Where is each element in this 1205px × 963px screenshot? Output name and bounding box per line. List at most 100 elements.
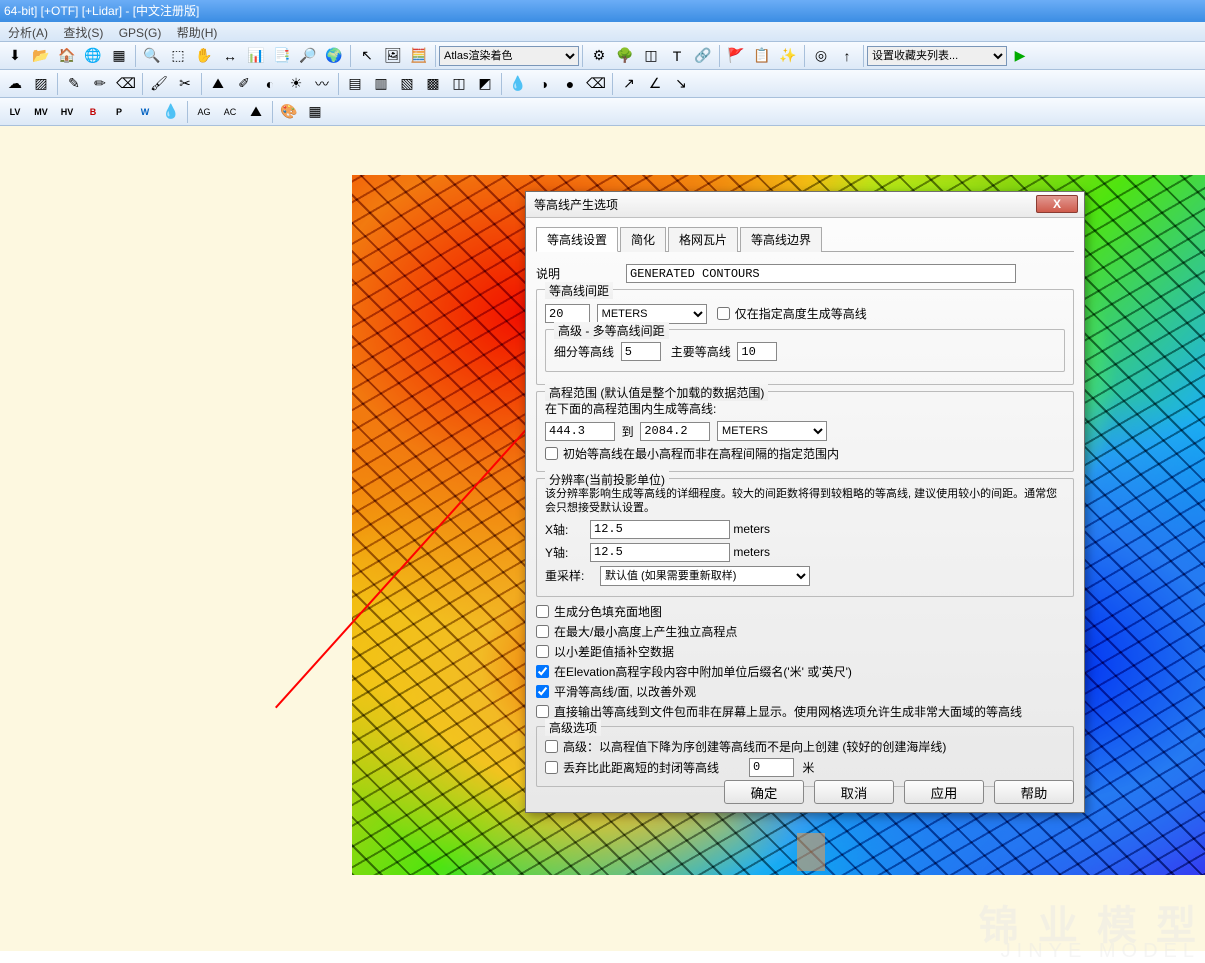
pan-icon[interactable]: ✋ bbox=[192, 44, 216, 68]
ag-badge[interactable]: AG bbox=[192, 100, 216, 124]
opt-fill-check[interactable]: 生成分色填充面地图 bbox=[536, 603, 1074, 620]
wand2-icon[interactable]: ✏ bbox=[88, 72, 112, 96]
opt-interp-check[interactable]: 以小差距值插补空数据 bbox=[536, 643, 1074, 660]
opt-spot-check[interactable]: 在最大/最小高度上产生独立高程点 bbox=[536, 623, 1074, 640]
close-button[interactable]: X bbox=[1036, 195, 1078, 213]
zoom-in-icon[interactable]: 🔍 bbox=[140, 44, 164, 68]
tree-icon[interactable]: 🌳 bbox=[613, 44, 637, 68]
tool-grid-icon[interactable]: ▦ bbox=[107, 44, 131, 68]
range-from-input[interactable] bbox=[545, 422, 615, 441]
y-input[interactable] bbox=[590, 543, 730, 562]
interval-unit-select[interactable]: METERS bbox=[597, 304, 707, 324]
drop-icon[interactable]: 💧 bbox=[506, 72, 530, 96]
star-icon[interactable]: ☀ bbox=[284, 72, 308, 96]
tab-boundary[interactable]: 等高线边界 bbox=[740, 227, 822, 252]
clouds-icon[interactable]: ☁ bbox=[3, 72, 27, 96]
only-at-height-check[interactable]: 仅在指定高度生成等高线 bbox=[717, 305, 867, 322]
tab-simplify[interactable]: 简化 bbox=[620, 227, 666, 252]
lv-badge[interactable]: LV bbox=[3, 100, 27, 124]
globe2-icon[interactable]: 🌍 bbox=[322, 44, 346, 68]
interval-input[interactable] bbox=[545, 304, 590, 323]
flag-icon[interactable]: 🚩 bbox=[724, 44, 748, 68]
play-icon[interactable]: ▶ bbox=[1008, 44, 1032, 68]
b-badge[interactable]: B bbox=[81, 100, 105, 124]
opt-suffix-check[interactable]: 在Elevation高程字段内容中附加单位后缀名('米' 或'英尺') bbox=[536, 663, 1074, 680]
mesh1-icon[interactable]: ▤ bbox=[343, 72, 367, 96]
apply-button[interactable]: 应用 bbox=[904, 780, 984, 804]
shade-icon[interactable]: ◑ bbox=[532, 72, 556, 96]
tool-globe-icon[interactable]: 🌐 bbox=[81, 44, 105, 68]
x-input[interactable] bbox=[590, 520, 730, 539]
w-badge[interactable]: W bbox=[133, 100, 157, 124]
dist-icon[interactable]: ↔ bbox=[218, 44, 242, 68]
menu-analysis[interactable]: 分析(A) bbox=[2, 22, 54, 43]
text-icon[interactable]: T bbox=[665, 44, 689, 68]
grid2-icon[interactable]: ▦ bbox=[303, 100, 327, 124]
range-to-input[interactable] bbox=[640, 422, 710, 441]
picture-icon[interactable]: 🖼 bbox=[381, 44, 405, 68]
target-icon[interactable]: ◎ bbox=[809, 44, 833, 68]
adv-descend-check[interactable]: 高级：以高程值下降为序创建等高线而不是向上创建 (较好的创建海岸线) bbox=[545, 738, 1065, 755]
ac-badge[interactable]: AC bbox=[218, 100, 242, 124]
ok-button[interactable]: 确定 bbox=[724, 780, 804, 804]
range-unit-select[interactable]: METERS bbox=[717, 421, 827, 441]
burst-icon[interactable]: ✨ bbox=[776, 44, 800, 68]
menu-search[interactable]: 查找(S) bbox=[57, 22, 109, 43]
tool-chart-icon[interactable]: 📊 bbox=[244, 44, 268, 68]
palette-icon[interactable]: 🎨 bbox=[277, 100, 301, 124]
arrow-icon[interactable]: ↑ bbox=[835, 44, 859, 68]
adv-discard-check[interactable]: 丢弃比此距离短的封闭等高线 米 bbox=[545, 758, 1065, 777]
link-icon[interactable]: 🔗 bbox=[691, 44, 715, 68]
help-button[interactable]: 帮助 bbox=[994, 780, 1074, 804]
cancel-button[interactable]: 取消 bbox=[814, 780, 894, 804]
mv-badge[interactable]: MV bbox=[29, 100, 53, 124]
minor-input[interactable] bbox=[621, 342, 661, 361]
cursor-icon[interactable]: ↖ bbox=[355, 44, 379, 68]
desc-input[interactable] bbox=[626, 264, 1016, 283]
major-input[interactable] bbox=[737, 342, 777, 361]
render-select[interactable]: Atlas渲染着色 bbox=[439, 46, 579, 66]
opt-export-check[interactable]: 直接输出等高线到文件包而非在屏幕上显示。使用网格选项允许生成非常大面域的等高线 bbox=[536, 703, 1074, 720]
start-min-check[interactable]: 初始等高线在最小高程而非在高程间隔的指定范围内 bbox=[545, 445, 1065, 462]
tab-grid-tiles[interactable]: 格网瓦片 bbox=[668, 227, 738, 252]
favorites-select[interactable]: 设置收藏夹列表... bbox=[867, 46, 1007, 66]
zoom-out-icon[interactable]: 🔎 bbox=[296, 44, 320, 68]
erase-icon[interactable]: ⌫ bbox=[114, 72, 138, 96]
calc-icon[interactable]: 🧮 bbox=[407, 44, 431, 68]
hill-icon[interactable]: ⛰ bbox=[206, 72, 230, 96]
scissors-icon[interactable]: ✂ bbox=[173, 72, 197, 96]
water-icon[interactable]: 💧 bbox=[159, 100, 183, 124]
discard-dist-input[interactable] bbox=[749, 758, 794, 777]
mesh3-icon[interactable]: ▧ bbox=[395, 72, 419, 96]
gear-icon[interactable]: ⚙ bbox=[587, 44, 611, 68]
tool-open-icon[interactable]: 📂 bbox=[29, 44, 53, 68]
p-badge[interactable]: P bbox=[107, 100, 131, 124]
zoom-area-icon[interactable]: ⬚ bbox=[166, 44, 190, 68]
se-icon[interactable]: ↘ bbox=[669, 72, 693, 96]
draw-icon[interactable]: ✐ bbox=[232, 72, 256, 96]
hatch-icon[interactable]: ▨ bbox=[29, 72, 53, 96]
layers-icon[interactable]: 📋 bbox=[750, 44, 774, 68]
terrain-icon[interactable]: ⛰ bbox=[244, 100, 268, 124]
mask-icon[interactable]: ◐ bbox=[258, 72, 282, 96]
wand-icon[interactable]: ✎ bbox=[62, 72, 86, 96]
opt-smooth-check[interactable]: 平滑等高线/面, 以改善外观 bbox=[536, 683, 1074, 700]
hv-badge[interactable]: HV bbox=[55, 100, 79, 124]
mesh4-icon[interactable]: ▩ bbox=[421, 72, 445, 96]
tool-docs-icon[interactable]: 📑 bbox=[270, 44, 294, 68]
resample-select[interactable]: 默认值 (如果需要重新取样) bbox=[600, 566, 810, 586]
mesh2-icon[interactable]: ▥ bbox=[369, 72, 393, 96]
cube-icon[interactable]: ◫ bbox=[639, 44, 663, 68]
brush-icon[interactable]: 🖌 bbox=[147, 72, 171, 96]
del-icon[interactable]: ⌫ bbox=[584, 72, 608, 96]
mesh5-icon[interactable]: ◫ bbox=[447, 72, 471, 96]
menu-help[interactable]: 帮助(H) bbox=[171, 22, 224, 43]
dialog-titlebar[interactable]: 等高线产生选项 X bbox=[526, 192, 1084, 218]
angle-icon[interactable]: ∠ bbox=[643, 72, 667, 96]
sphere-icon[interactable]: ● bbox=[558, 72, 582, 96]
mesh6-icon[interactable]: ◩ bbox=[473, 72, 497, 96]
ne-icon[interactable]: ↗ bbox=[617, 72, 641, 96]
curve-icon[interactable]: 〰 bbox=[310, 72, 334, 96]
tab-contour-settings[interactable]: 等高线设置 bbox=[536, 227, 618, 252]
tool-down-icon[interactable]: ⬇ bbox=[3, 44, 27, 68]
